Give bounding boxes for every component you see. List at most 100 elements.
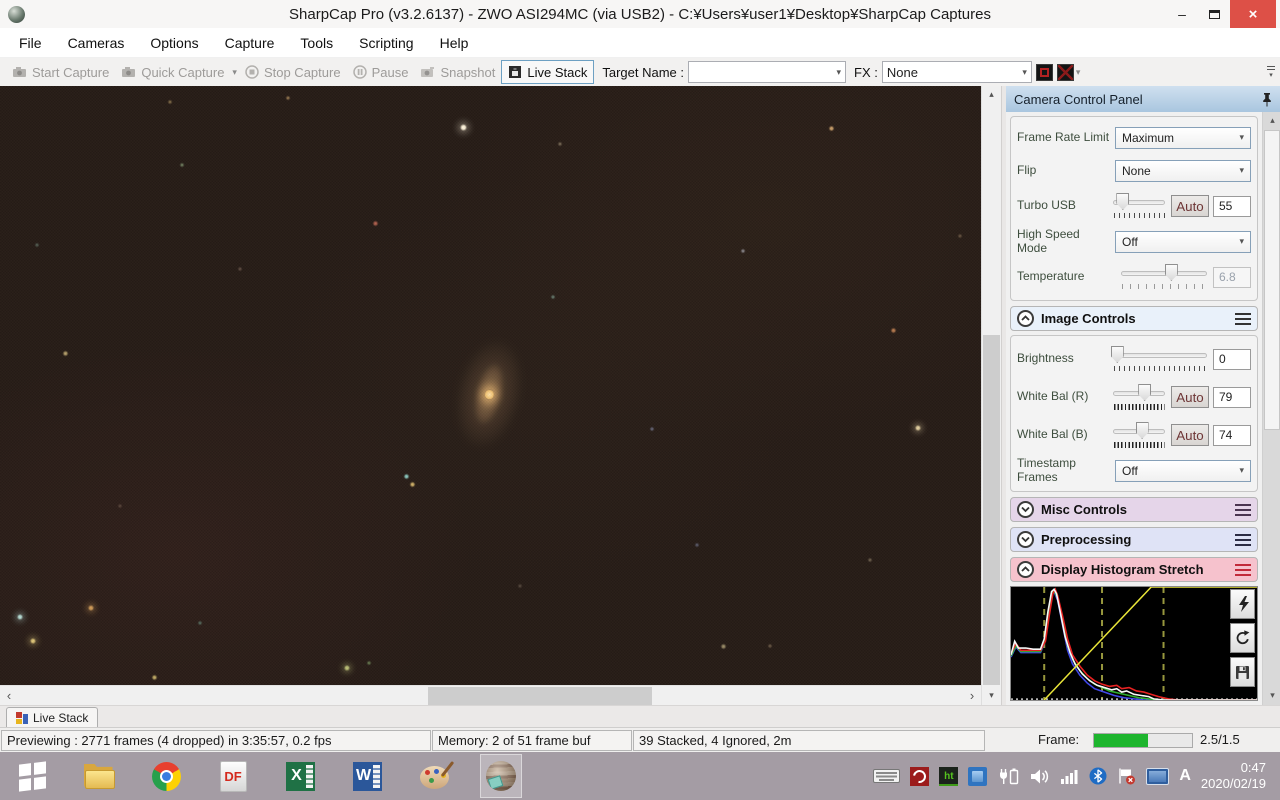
network-signal-icon[interactable] [1060,768,1079,785]
chevron-down-icon[interactable] [1017,531,1034,548]
display-icon[interactable] [1146,767,1170,785]
slider-track [1113,353,1207,358]
snapshot-button[interactable]: Snapshot [414,60,501,84]
scroll-down-icon[interactable]: ▾ [982,687,1001,705]
section-menu-icon[interactable] [1235,533,1251,546]
control-row-turbo-usb: Turbo USB Auto 55 [1017,187,1251,225]
turbo-usb-slider[interactable] [1113,191,1165,221]
panel-scroll-thumb[interactable] [1264,130,1280,430]
stop-capture-button[interactable]: Stop Capture [239,60,347,84]
menu-item-tools[interactable]: Tools [287,28,346,58]
paint-taskbar-button[interactable] [414,755,454,797]
frame-rate-limit-select[interactable]: Maximum ▾ [1115,126,1251,149]
slider-thumb[interactable] [1135,422,1149,439]
lightning-button[interactable] [1230,589,1255,619]
section-header-display-histogram-stretch[interactable]: Display Histogram Stretch [1010,557,1258,582]
start-capture-button[interactable]: Start Capture [6,60,115,84]
pin-icon[interactable] [1262,92,1272,107]
brightness-slider[interactable] [1110,344,1207,374]
turbo-usb-auto-button[interactable]: Auto [1171,195,1209,217]
touch-keyboard-icon[interactable] [873,767,901,785]
chevron-up-icon[interactable] [1017,561,1034,578]
df-app-taskbar-button[interactable]: DF [213,755,253,797]
tab-label: Live Stack [33,711,89,725]
sharpcap-planet-taskbar-button[interactable] [480,754,522,798]
section-header-image-controls[interactable]: Image Controls [1010,306,1258,331]
close-button[interactable]: × [1230,0,1276,28]
chevron-down-icon[interactable]: ▾ [230,67,239,78]
ime-language-icon[interactable]: A [1179,767,1191,785]
chevron-down-icon[interactable] [1017,501,1034,518]
horizontal-scroll-thumb[interactable] [428,687,652,705]
chevron-up-icon[interactable] [1017,310,1034,327]
remote-app-icon[interactable] [968,766,988,786]
white-bal-b-slider[interactable] [1113,420,1165,450]
excel-taskbar-button[interactable]: X [280,755,320,797]
power-plug-icon[interactable] [997,767,1020,786]
menu-item-help[interactable]: Help [427,28,482,58]
section-menu-icon[interactable] [1235,503,1251,516]
star [286,96,290,100]
ht-app-icon[interactable]: ht [939,766,959,786]
flip-select[interactable]: None ▾ [1115,159,1251,182]
maximize-button[interactable] [1198,0,1230,28]
white-bal-b-value-input[interactable]: 74 [1213,424,1251,446]
scroll-left-icon[interactable]: ‹ [0,686,18,706]
file-explorer-taskbar-button[interactable] [79,755,119,797]
vertical-scrollbar[interactable]: ▴ ▾ [981,86,1001,705]
reset-button[interactable] [1230,623,1255,653]
bluetooth-icon[interactable] [1089,767,1107,785]
turbo-usb-value-input[interactable]: 55 [1213,195,1251,217]
temperature-value-input[interactable]: 6.8 [1213,266,1251,288]
white-bal-r-slider[interactable] [1113,382,1165,412]
menu-item-options[interactable]: Options [137,28,211,58]
slider-thumb[interactable] [1164,264,1178,281]
vertical-scroll-thumb[interactable] [983,335,1000,685]
fx-cross-icon[interactable] [1056,63,1074,81]
section-menu-icon[interactable] [1235,312,1251,325]
slider-thumb[interactable] [1110,346,1124,363]
white-bal-r-value-input[interactable]: 79 [1213,386,1251,408]
minimize-button[interactable]: – [1166,0,1198,28]
section-header-preprocessing[interactable]: Preprocessing [1010,527,1258,552]
live-stack-button[interactable]: Live Stack [501,60,595,84]
acrobat-icon[interactable] [910,766,930,786]
temperature-slider[interactable] [1121,262,1207,292]
quick-capture-button[interactable]: Quick Capture [115,60,230,84]
pause-button[interactable]: Pause [347,60,415,84]
timestamp-frames-select[interactable]: Off ▾ [1115,459,1251,482]
white-bal-b-auto-button[interactable]: Auto [1171,424,1209,446]
menu-item-capture[interactable]: Capture [212,28,288,58]
start-taskbar-button[interactable] [12,755,52,797]
word-taskbar-button[interactable]: W [347,755,387,797]
menu-item-cameras[interactable]: Cameras [55,28,138,58]
action-center-flag-icon[interactable] [1117,767,1136,785]
chevron-down-icon[interactable]: ▾ [1074,67,1083,78]
save-button[interactable] [1230,657,1255,687]
section-menu-icon[interactable] [1235,563,1251,576]
white-bal-r-auto-button[interactable]: Auto [1171,386,1209,408]
taskbar-clock[interactable]: 0:47 2020/02/19 [1201,760,1272,792]
fx-frame-icon[interactable] [1035,63,1053,81]
menu-item-scripting[interactable]: Scripting [346,28,426,58]
slider-thumb[interactable] [1116,193,1130,210]
fx-combobox[interactable]: None ▾ [881,61,1032,83]
star [868,558,872,562]
scroll-down-icon[interactable]: ▾ [1263,687,1280,705]
slider-thumb[interactable] [1138,384,1152,401]
panel-scrollbar[interactable]: ▴ ▾ [1262,112,1280,705]
scroll-right-icon[interactable]: › [963,686,981,706]
target-name-combobox[interactable]: ▾ [688,61,847,83]
brightness-value-input[interactable]: 0 [1213,348,1251,370]
tab-live-stack[interactable]: Live Stack [6,707,99,728]
scroll-up-icon[interactable]: ▴ [982,86,1001,104]
high-speed-mode-select[interactable]: Off ▾ [1115,230,1251,253]
chrome-taskbar-button[interactable] [146,755,186,797]
menu-item-file[interactable]: File [6,28,55,58]
toolbar-overflow-button[interactable]: ▾ [1264,61,1278,83]
scroll-up-icon[interactable]: ▴ [1263,112,1280,130]
star [695,543,699,547]
horizontal-scrollbar[interactable]: ‹ › [0,685,981,705]
volume-icon[interactable] [1030,768,1050,785]
section-header-misc-controls[interactable]: Misc Controls [1010,497,1258,522]
